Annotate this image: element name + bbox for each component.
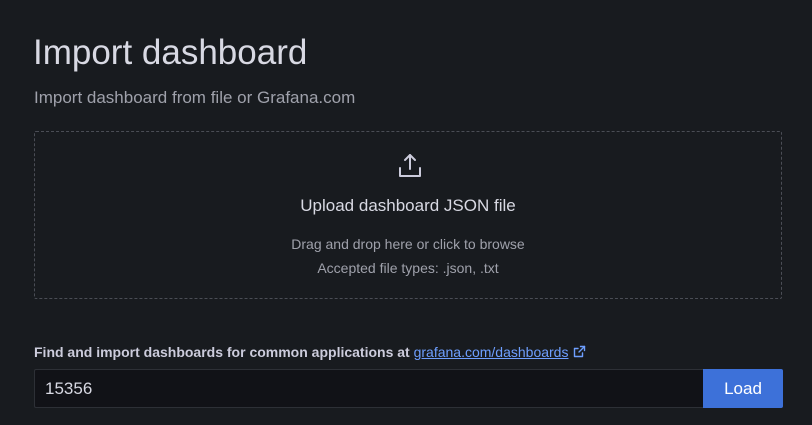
grafana-dashboard-id-input[interactable] <box>34 369 703 408</box>
grafana-com-link-text: grafana.com/dashboards <box>413 344 569 360</box>
grafana-com-dashboards-link[interactable]: grafana.com/dashboards <box>414 344 587 360</box>
page-title: Import dashboard <box>33 33 308 72</box>
upload-title: Upload dashboard JSON file <box>300 196 516 215</box>
upload-dropzone[interactable]: Upload dashboard JSON file Drag and drop… <box>34 131 782 299</box>
page-subtitle: Import dashboard from file or Grafana.co… <box>34 88 356 107</box>
import-dashboard-page: Import dashboard Import dashboard from f… <box>0 0 812 425</box>
grafana-com-label-text: Find and import dashboards for common ap… <box>34 344 410 360</box>
external-link-icon <box>574 345 586 358</box>
load-button[interactable]: Load <box>703 369 783 408</box>
upload-icon <box>399 154 421 177</box>
upload-hint-file-types: Accepted file types: .json, .txt <box>317 260 499 276</box>
upload-hint-drag: Drag and drop here or click to browse <box>291 236 525 252</box>
grafana-com-label: Find and import dashboards for common ap… <box>34 343 586 361</box>
